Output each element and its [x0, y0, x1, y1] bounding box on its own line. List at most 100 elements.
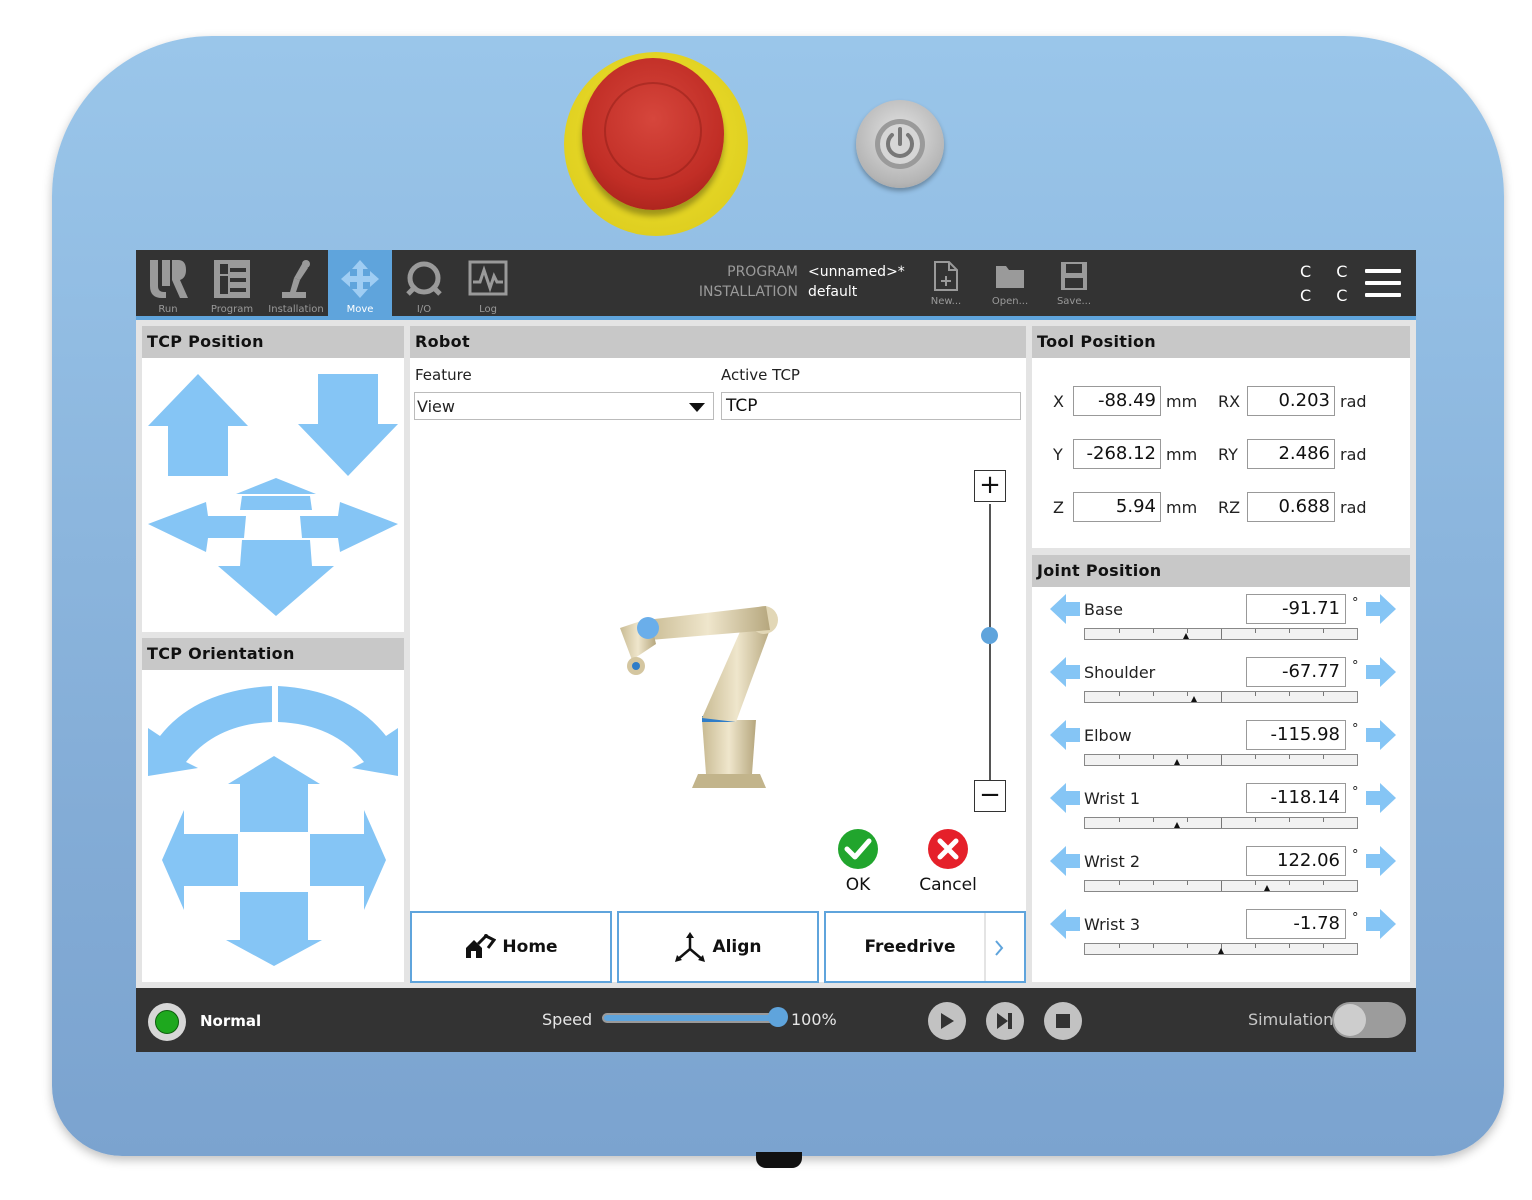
tab-program[interactable]: Program	[200, 250, 264, 316]
tab-installation[interactable]: Installation	[264, 250, 328, 316]
zoom-in-button[interactable]: +	[974, 470, 1006, 502]
joint-decrease-arrow-icon[interactable]	[1048, 655, 1082, 689]
joint-increase-arrow-icon[interactable]	[1364, 718, 1398, 752]
robot-3d-view[interactable]	[606, 598, 786, 794]
joint-slider[interactable]	[1084, 817, 1358, 829]
joint-increase-arrow-icon[interactable]	[1364, 592, 1398, 626]
slider-tick	[1289, 881, 1290, 885]
joint-slider[interactable]	[1084, 880, 1358, 892]
active-tcp-label: Active TCP	[721, 366, 800, 384]
axis-x-label: X	[1053, 392, 1064, 411]
joint-slider-thumb[interactable]	[1190, 696, 1197, 702]
check-icon	[838, 829, 878, 869]
zoom-out-button[interactable]: −	[974, 780, 1006, 812]
slider-tick	[1153, 629, 1154, 633]
tcp-z-field[interactable]: 5.94	[1073, 492, 1161, 522]
save-program-label: Save...	[1056, 296, 1092, 307]
slider-tick	[1289, 944, 1290, 948]
joint-value-field[interactable]: -67.77	[1246, 657, 1346, 687]
joint-increase-arrow-icon[interactable]	[1364, 655, 1398, 689]
emergency-stop-button[interactable]	[582, 58, 724, 210]
tcp-y-field[interactable]: -268.12	[1073, 439, 1161, 469]
joint-value-field[interactable]: -1.78	[1246, 909, 1346, 939]
joint-decrease-arrow-icon[interactable]	[1048, 907, 1082, 941]
tilt-arrows-icon[interactable]	[160, 754, 388, 968]
slider-tick	[1187, 944, 1188, 948]
joint-decrease-arrow-icon[interactable]	[1048, 844, 1082, 878]
joint-value-field[interactable]: 122.06	[1246, 846, 1346, 876]
speed-slider-track[interactable]	[602, 1013, 778, 1023]
slider-tick	[1221, 629, 1222, 639]
joint-increase-arrow-icon[interactable]	[1364, 907, 1398, 941]
tab-io[interactable]: I/O	[392, 250, 456, 316]
power-icon	[875, 119, 925, 169]
home-button[interactable]: Home	[410, 911, 612, 983]
tab-run[interactable]: Run	[136, 250, 200, 316]
tcp-rx-field[interactable]: 0.203	[1247, 386, 1335, 416]
home-robot-icon	[466, 934, 497, 958]
joint-increase-arrow-icon[interactable]	[1364, 844, 1398, 878]
unit-rad: rad	[1340, 498, 1367, 517]
freedrive-button[interactable]: Freedrive	[824, 911, 1026, 983]
new-program-button[interactable]: New...	[921, 258, 971, 314]
power-button[interactable]	[856, 100, 944, 188]
status-indicator-icon	[148, 1003, 186, 1041]
joint-value-field[interactable]: -118.14	[1246, 783, 1346, 813]
step-button[interactable]	[986, 1002, 1024, 1040]
tcp-x-field[interactable]: -88.49	[1073, 386, 1161, 416]
hamburger-menu-icon[interactable]	[1365, 269, 1401, 299]
active-tcp-value: TCP	[726, 396, 758, 416]
move-up-arrow-icon[interactable]	[146, 372, 250, 478]
chevron-right-icon	[995, 940, 1004, 956]
slider-tick	[1187, 818, 1188, 822]
active-tcp-field[interactable]: TCP	[721, 392, 1021, 420]
joint-slider-thumb[interactable]	[1264, 885, 1271, 891]
zoom-slider-handle[interactable]	[981, 627, 998, 644]
joint-decrease-arrow-icon[interactable]	[1048, 718, 1082, 752]
stop-button[interactable]	[1044, 1002, 1082, 1040]
save-program-button[interactable]: Save...	[1049, 258, 1099, 314]
joint-value-field[interactable]: -115.98	[1246, 720, 1346, 750]
play-icon	[941, 1013, 954, 1029]
program-name: <unnamed>*	[808, 264, 905, 280]
align-button[interactable]: Align	[617, 911, 819, 983]
joint-decrease-arrow-icon[interactable]	[1048, 592, 1082, 626]
joint-slider-thumb[interactable]	[1174, 759, 1181, 765]
slider-tick	[1153, 692, 1154, 696]
simulation-toggle[interactable]	[1332, 1002, 1406, 1038]
tab-move[interactable]: Move	[328, 250, 392, 316]
speed-slider-handle[interactable]	[768, 1007, 788, 1027]
robot-arm-icon	[282, 260, 310, 298]
tcp-ry-field[interactable]: 2.486	[1247, 439, 1335, 469]
joint-slider-thumb[interactable]	[1174, 822, 1181, 828]
simulation-label: Simulation	[1248, 1010, 1334, 1029]
open-program-button[interactable]: Open...	[985, 258, 1035, 314]
joint-row: Wrist 1 -118.14 °	[1032, 783, 1412, 843]
joint-slider[interactable]	[1084, 691, 1358, 703]
new-file-icon	[934, 261, 958, 291]
slider-tick	[1119, 755, 1120, 759]
ur-logo-icon	[150, 260, 188, 298]
slider-tick	[1255, 692, 1256, 696]
move-planar-arrows-icon[interactable]	[146, 476, 400, 618]
feature-dropdown[interactable]: View	[414, 392, 714, 420]
joint-slider-thumb[interactable]	[1218, 948, 1224, 954]
cancel-button[interactable]: Cancel	[908, 828, 988, 895]
tcp-rz-field[interactable]: 0.688	[1247, 492, 1335, 522]
tab-log[interactable]: Log	[456, 250, 520, 316]
play-button[interactable]	[928, 1002, 966, 1040]
joint-decrease-arrow-icon[interactable]	[1048, 781, 1082, 815]
program-icon	[214, 260, 250, 298]
joint-increase-arrow-icon[interactable]	[1364, 781, 1398, 815]
slider-tick	[1255, 944, 1256, 948]
joint-slider[interactable]	[1084, 754, 1358, 766]
home-label: Home	[502, 937, 558, 957]
joint-slider-thumb[interactable]	[1182, 633, 1189, 639]
joint-slider[interactable]	[1084, 943, 1358, 955]
joint-value-field[interactable]: -91.71	[1246, 594, 1346, 624]
joint-slider[interactable]	[1084, 628, 1358, 640]
move-down-arrow-icon[interactable]	[296, 372, 400, 478]
joint-name: Base	[1084, 600, 1123, 619]
ok-button[interactable]: OK	[818, 828, 898, 895]
folder-icon	[996, 266, 1024, 288]
